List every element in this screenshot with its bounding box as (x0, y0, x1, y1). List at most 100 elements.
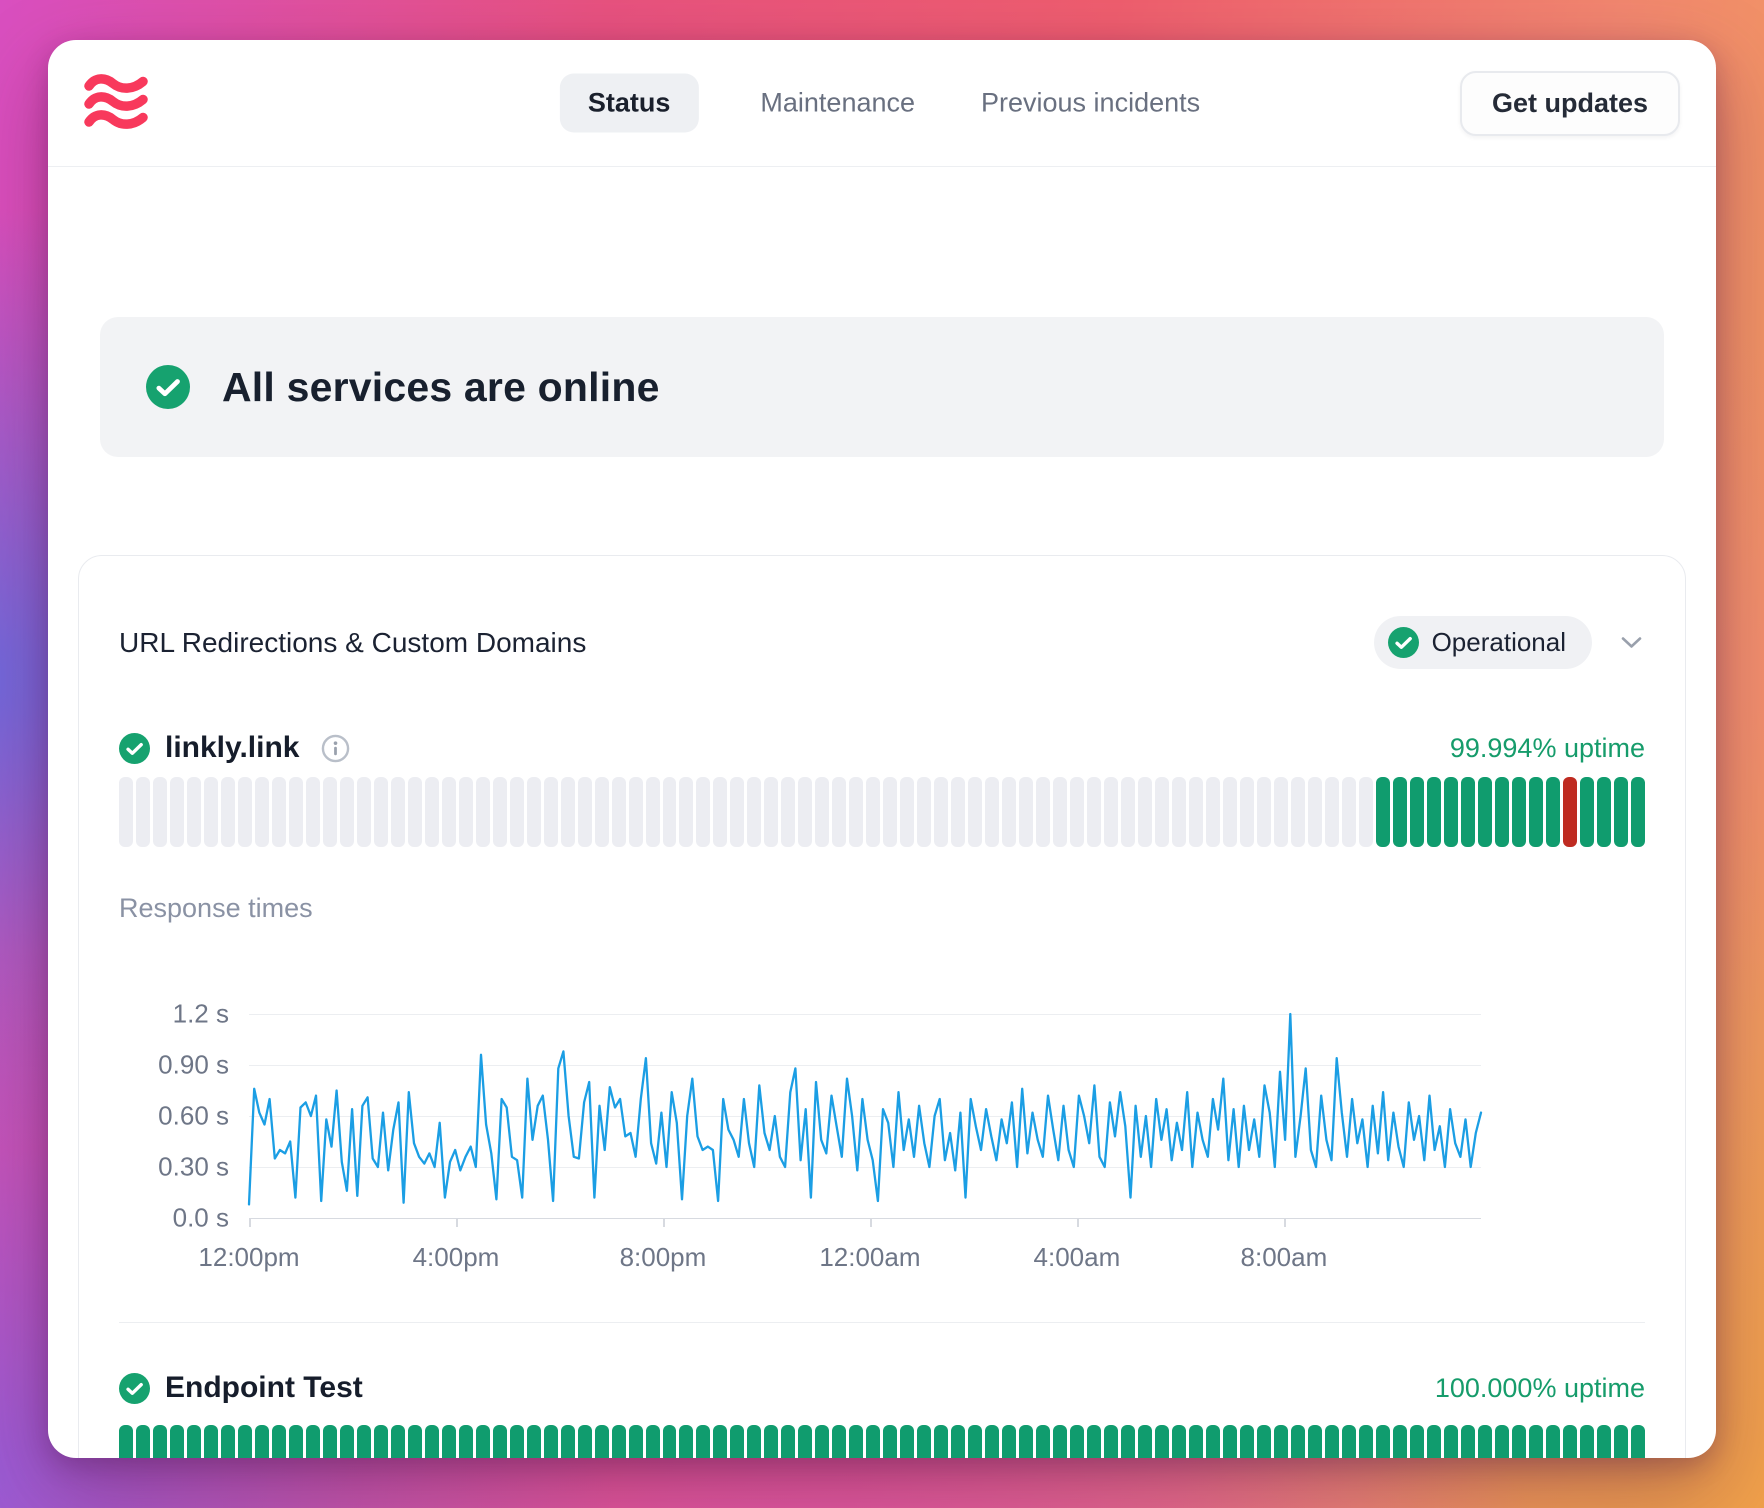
uptime-day-bar-up[interactable] (1359, 1425, 1373, 1458)
uptime-day-bar-empty[interactable] (1325, 777, 1339, 847)
uptime-day-bar-empty[interactable] (696, 777, 710, 847)
uptime-day-bar-up[interactable] (663, 1425, 677, 1458)
uptime-day-bar-up[interactable] (1291, 1425, 1305, 1458)
uptime-day-bar-up[interactable] (1393, 1425, 1407, 1458)
uptime-day-bar-empty[interactable] (1359, 777, 1373, 847)
uptime-day-bar-up[interactable] (900, 1425, 914, 1458)
uptime-day-bar-empty[interactable] (713, 777, 727, 847)
uptime-day-bar-empty[interactable] (866, 777, 880, 847)
uptime-day-bar-empty[interactable] (781, 777, 795, 847)
uptime-day-bar-up[interactable] (1580, 1425, 1594, 1458)
uptime-day-bar-empty[interactable] (730, 777, 744, 847)
uptime-day-bar-up[interactable] (1206, 1425, 1220, 1458)
uptime-day-bar-up[interactable] (764, 1425, 778, 1458)
uptime-day-bar-empty[interactable] (425, 777, 439, 847)
uptime-day-bar-up[interactable] (323, 1425, 337, 1458)
uptime-day-bar-empty[interactable] (1342, 777, 1356, 847)
uptime-day-bar-empty[interactable] (900, 777, 914, 847)
uptime-day-bar-empty[interactable] (578, 777, 592, 847)
uptime-day-bar-up[interactable] (1529, 1425, 1543, 1458)
uptime-day-bar-empty[interactable] (476, 777, 490, 847)
uptime-day-bar-empty[interactable] (306, 777, 320, 847)
uptime-day-bar-up[interactable] (1495, 1425, 1509, 1458)
uptime-day-bar-up[interactable] (1036, 1425, 1050, 1458)
uptime-day-bar-up[interactable] (1002, 1425, 1016, 1458)
uptime-day-bar-up[interactable] (1631, 1425, 1645, 1458)
uptime-day-bar-up[interactable] (985, 1425, 999, 1458)
uptime-day-bar-up[interactable] (832, 1425, 846, 1458)
tab-maintenance[interactable]: Maintenance (756, 74, 919, 133)
uptime-day-bar-empty[interactable] (493, 777, 507, 847)
uptime-day-bar-empty[interactable] (272, 777, 286, 847)
uptime-day-bar-up[interactable] (1563, 1425, 1577, 1458)
uptime-day-bar-up[interactable] (544, 1425, 558, 1458)
uptime-day-bar-up[interactable] (883, 1425, 897, 1458)
uptime-day-bar-up[interactable] (1461, 1425, 1475, 1458)
uptime-day-bar-up[interactable] (204, 1425, 218, 1458)
uptime-day-bar-empty[interactable] (985, 777, 999, 847)
uptime-day-bar-up[interactable] (1376, 1425, 1390, 1458)
uptime-day-bar-up[interactable] (1614, 777, 1628, 847)
uptime-day-bar-empty[interactable] (1308, 777, 1322, 847)
uptime-day-bar-down[interactable] (1563, 777, 1577, 847)
uptime-day-bar-up[interactable] (1580, 777, 1594, 847)
uptime-day-bar-up[interactable] (1053, 1425, 1067, 1458)
uptime-day-bar-empty[interactable] (612, 777, 626, 847)
uptime-day-bar-up[interactable] (1138, 1425, 1152, 1458)
uptime-day-bar-empty[interactable] (1189, 777, 1203, 847)
uptime-day-bar-empty[interactable] (1019, 777, 1033, 847)
uptime-day-bar-empty[interactable] (629, 777, 643, 847)
linkly-logo-icon[interactable] (84, 73, 148, 133)
uptime-day-bar-empty[interactable] (289, 777, 303, 847)
uptime-day-bar-empty[interactable] (968, 777, 982, 847)
tab-previous-incidents[interactable]: Previous incidents (977, 74, 1204, 133)
uptime-day-bar-empty[interactable] (1087, 777, 1101, 847)
uptime-day-bar-empty[interactable] (798, 777, 812, 847)
uptime-day-bar-empty[interactable] (561, 777, 575, 847)
uptime-day-bar-empty[interactable] (374, 777, 388, 847)
uptime-day-bar-up[interactable] (136, 1425, 150, 1458)
uptime-day-bar-up[interactable] (1410, 1425, 1424, 1458)
uptime-day-bar-up[interactable] (1546, 1425, 1560, 1458)
uptime-day-bar-up[interactable] (798, 1425, 812, 1458)
uptime-day-bar-up[interactable] (425, 1425, 439, 1458)
uptime-day-bar-empty[interactable] (595, 777, 609, 847)
uptime-day-bar-empty[interactable] (221, 777, 235, 847)
uptime-day-bar-up[interactable] (1155, 1425, 1169, 1458)
uptime-day-bar-empty[interactable] (544, 777, 558, 847)
uptime-day-bar-up[interactable] (1223, 1425, 1237, 1458)
uptime-day-bar-empty[interactable] (764, 777, 778, 847)
uptime-day-bar-up[interactable] (815, 1425, 829, 1458)
uptime-day-bar-up[interactable] (696, 1425, 710, 1458)
uptime-day-bar-up[interactable] (1427, 1425, 1441, 1458)
uptime-day-bar-up[interactable] (170, 1425, 184, 1458)
uptime-day-bar-empty[interactable] (1172, 777, 1186, 847)
uptime-day-bar-up[interactable] (1240, 1425, 1254, 1458)
uptime-day-bar-empty[interactable] (747, 777, 761, 847)
uptime-day-bar-up[interactable] (934, 1425, 948, 1458)
uptime-day-bar-up[interactable] (476, 1425, 490, 1458)
uptime-day-bar-up[interactable] (493, 1425, 507, 1458)
uptime-day-bar-empty[interactable] (663, 777, 677, 847)
operational-badge[interactable]: Operational (1374, 616, 1592, 669)
uptime-day-bar-up[interactable] (408, 1425, 422, 1458)
uptime-day-bar-empty[interactable] (323, 777, 337, 847)
uptime-day-bar-empty[interactable] (951, 777, 965, 847)
uptime-day-bar-up[interactable] (357, 1425, 371, 1458)
uptime-day-bar-up[interactable] (374, 1425, 388, 1458)
uptime-day-bar-empty[interactable] (238, 777, 252, 847)
uptime-day-bar-empty[interactable] (917, 777, 931, 847)
uptime-day-bar-up[interactable] (1597, 777, 1611, 847)
uptime-day-bar-empty[interactable] (1206, 777, 1220, 847)
uptime-day-bar-up[interactable] (917, 1425, 931, 1458)
uptime-day-bar-empty[interactable] (1257, 777, 1271, 847)
uptime-day-bar-empty[interactable] (1223, 777, 1237, 847)
uptime-day-bar-up[interactable] (340, 1425, 354, 1458)
uptime-day-bar-up[interactable] (1427, 777, 1441, 847)
uptime-day-bar-up[interactable] (1325, 1425, 1339, 1458)
uptime-day-bar-empty[interactable] (153, 777, 167, 847)
uptime-day-bar-empty[interactable] (679, 777, 693, 847)
uptime-day-bar-up[interactable] (1070, 1425, 1084, 1458)
uptime-day-bar-up[interactable] (1393, 777, 1407, 847)
uptime-day-bar-up[interactable] (187, 1425, 201, 1458)
